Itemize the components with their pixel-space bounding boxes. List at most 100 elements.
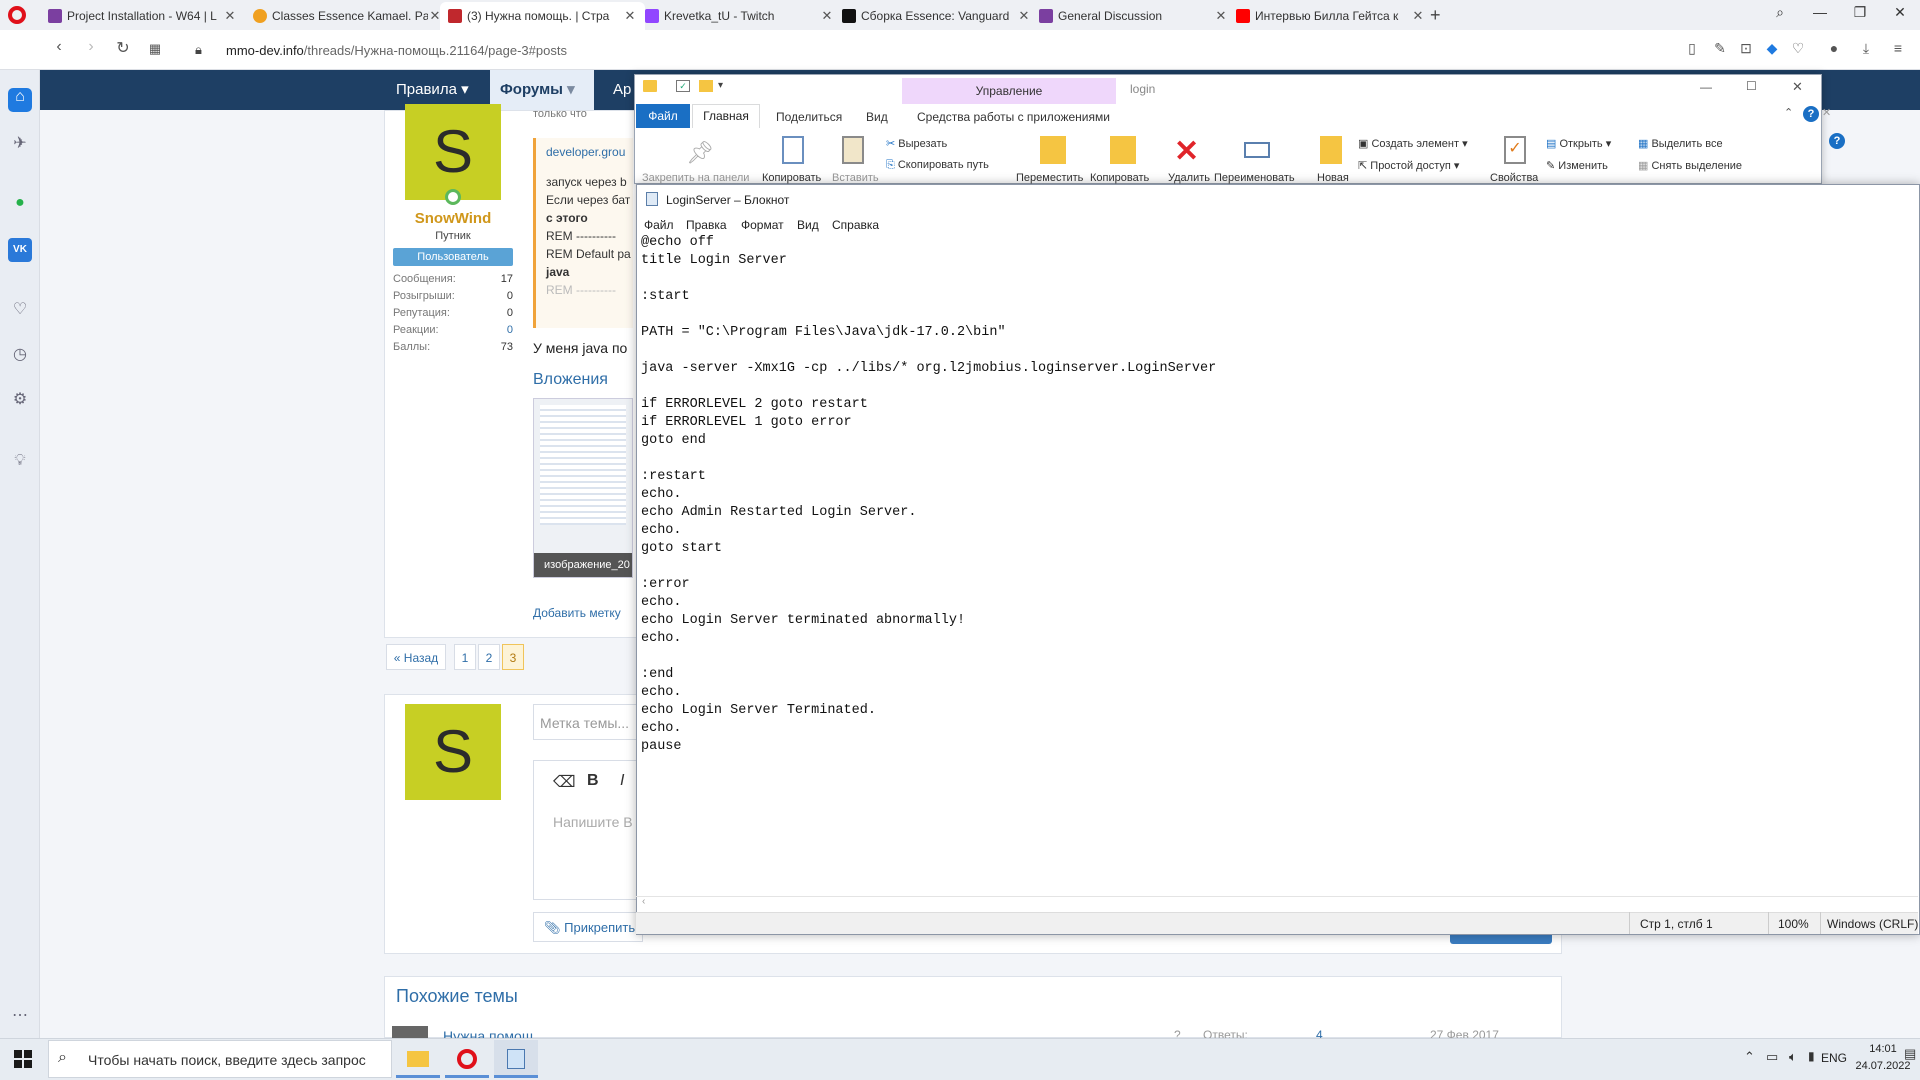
explorer-close-icon[interactable]: ✕: [1792, 79, 1803, 95]
menu-edit[interactable]: Правка: [686, 218, 727, 232]
copy-to-button[interactable]: Копировать: [1090, 172, 1149, 184]
heart-icon[interactable]: ♡: [1788, 40, 1808, 57]
new-tab-button[interactable]: +: [1430, 5, 1441, 26]
attachment-thumbnail[interactable]: изображение_20: [533, 398, 633, 578]
browser-tab[interactable]: Project Installation - W64 | L ✕: [40, 2, 245, 30]
quote-source-link[interactable]: developer.grou: [546, 145, 625, 159]
browser-tab[interactable]: Classes Essence Kamael. Pa ✕: [245, 2, 450, 30]
stat-value[interactable]: 17: [493, 273, 513, 285]
pager-back[interactable]: « Назад: [386, 644, 446, 670]
ribbon-collapse-icon[interactable]: ⌃: [1784, 106, 1793, 119]
restore-icon[interactable]: ❐: [1845, 4, 1875, 21]
context-tab-manage[interactable]: Управление: [902, 78, 1116, 104]
menu-file[interactable]: Файл: [644, 218, 674, 232]
properties-qa-icon[interactable]: ✓: [676, 80, 690, 92]
back-icon[interactable]: ‹: [48, 38, 70, 56]
similar-thread-link[interactable]: Нужна помощ: [443, 1028, 533, 1038]
browser-tab[interactable]: Сборка Essence: Vanguard ✕: [834, 2, 1039, 30]
history-icon[interactable]: ◷: [8, 344, 32, 368]
horizontal-scrollbar[interactable]: ‹: [636, 896, 1918, 910]
italic-icon[interactable]: I: [620, 772, 624, 790]
ribbon-tab-view[interactable]: Вид: [866, 110, 888, 124]
close-icon[interactable]: ✕: [1822, 106, 1831, 119]
menu-view[interactable]: Вид: [797, 218, 819, 232]
username[interactable]: SnowWind: [393, 210, 513, 227]
browser-tab[interactable]: Krevetka_tU - Twitch ✕: [637, 2, 842, 30]
properties-button[interactable]: Свойства: [1490, 172, 1538, 184]
pager-page[interactable]: 1: [454, 644, 476, 670]
close-window-icon[interactable]: ✕: [1885, 4, 1915, 21]
camera-icon[interactable]: ⊡: [1736, 40, 1756, 57]
ribbon-tab-file[interactable]: Файл: [636, 104, 690, 128]
whatsapp-icon[interactable]: ●: [8, 194, 32, 218]
menu-icon[interactable]: ≡: [1888, 40, 1908, 56]
explorer-maximize-icon[interactable]: ☐: [1746, 79, 1757, 93]
taskbar-search-input[interactable]: Чтобы начать поиск, введите здесь запрос: [88, 1052, 366, 1068]
bookmark-arrow-icon[interactable]: ✈: [8, 133, 32, 157]
pin-button[interactable]: Закрепить на панели: [642, 172, 749, 184]
close-tab-icon[interactable]: ✕: [1214, 8, 1228, 24]
more-icon[interactable]: ⋯: [8, 1005, 32, 1029]
new-folder-button[interactable]: Новая: [1317, 172, 1349, 184]
stat-value[interactable]: 0: [493, 324, 513, 336]
reload-icon[interactable]: ↻: [112, 38, 134, 58]
close-tab-icon[interactable]: ✕: [223, 8, 237, 24]
ribbon-tab-share[interactable]: Поделиться: [776, 110, 842, 124]
search-tabs-icon[interactable]: ⌕: [1765, 4, 1795, 21]
vk-icon[interactable]: VK: [8, 238, 32, 262]
close-tab-icon[interactable]: ✕: [623, 8, 637, 24]
opera-logo-icon[interactable]: [8, 6, 26, 24]
new-folder-qa-icon[interactable]: [699, 80, 713, 92]
easy-access-button[interactable]: ⇱ Простой доступ ▾: [1358, 159, 1459, 172]
opera-taskbar-button[interactable]: [445, 1040, 489, 1078]
add-tag-link[interactable]: Добавить метку: [533, 606, 621, 620]
replies-count[interactable]: 4: [1316, 1028, 1323, 1038]
move-to-button[interactable]: Переместить: [1016, 172, 1083, 184]
ribbon-tab-app-tools[interactable]: Средства работы с приложениями: [917, 110, 1110, 124]
paste-button[interactable]: Вставить: [832, 172, 879, 184]
pager-page[interactable]: 2: [478, 644, 500, 670]
select-none-button[interactable]: ▦ Снять выделение: [1638, 159, 1742, 172]
new-item-button[interactable]: ▣ Создать элемент ▾: [1358, 137, 1468, 150]
nav-forums[interactable]: Форумы ▾: [490, 70, 594, 110]
scroll-left-icon[interactable]: ‹: [642, 896, 645, 907]
language-indicator[interactable]: ENG: [1821, 1051, 1847, 1065]
tag-input[interactable]: Метка темы...: [533, 704, 643, 740]
pager-page-current[interactable]: 3: [502, 644, 524, 670]
file-explorer-taskbar-button[interactable]: [396, 1040, 440, 1078]
close-tab-icon[interactable]: ✕: [1017, 8, 1031, 24]
lock-icon[interactable]: 🔒︎: [195, 42, 202, 58]
notepad-taskbar-button[interactable]: [494, 1040, 538, 1078]
download-icon[interactable]: ⤓: [1856, 40, 1876, 57]
bold-icon[interactable]: B: [587, 772, 599, 790]
speed-dial-icon[interactable]: ▦: [144, 41, 166, 57]
home-icon[interactable]: ⌂: [8, 88, 32, 112]
open-button[interactable]: ▤ Открыть ▾: [1546, 137, 1611, 150]
tray-chevron-icon[interactable]: ⌃: [1744, 1049, 1755, 1065]
edit-button[interactable]: ✎ Изменить: [1546, 159, 1608, 172]
ribbon-tab-home[interactable]: Главная: [692, 104, 760, 128]
attach-files-button[interactable]: 📎︎ Прикрепить: [533, 912, 643, 942]
close-tab-icon[interactable]: ✕: [1411, 8, 1425, 24]
profile-icon[interactable]: ●: [1824, 40, 1844, 56]
volume-icon[interactable]: 🔈︎: [1789, 1049, 1797, 1065]
clock-time[interactable]: 14:01: [1862, 1043, 1904, 1055]
avatar[interactable]: S: [405, 104, 501, 200]
network-icon[interactable]: ▭: [1766, 1049, 1778, 1065]
lightbulb-icon[interactable]: 💡︎: [8, 452, 32, 476]
close-tab-icon[interactable]: ✕: [820, 8, 834, 24]
nav-more[interactable]: Ар: [603, 70, 635, 110]
notifications-icon[interactable]: ▤: [1904, 1046, 1916, 1062]
select-all-button[interactable]: ▦ Выделить все: [1638, 137, 1723, 150]
eraser-icon[interactable]: ⌫: [553, 772, 576, 792]
help-icon[interactable]: ?: [1829, 133, 1845, 149]
snapshot-edit-icon[interactable]: ✎: [1710, 40, 1730, 57]
customize-qa-icon[interactable]: ▾: [718, 80, 723, 91]
windows-start-icon[interactable]: [14, 1050, 32, 1068]
browser-tab[interactable]: General Discussion ✕: [1031, 2, 1236, 30]
minimize-icon[interactable]: —: [1805, 4, 1835, 20]
delete-button[interactable]: Удалить: [1168, 172, 1210, 184]
browser-tab[interactable]: Интервью Билла Гейтса к ✕: [1228, 2, 1433, 30]
rename-button[interactable]: Переименовать: [1214, 172, 1295, 184]
vpn-shield-icon[interactable]: ◆: [1762, 40, 1782, 57]
